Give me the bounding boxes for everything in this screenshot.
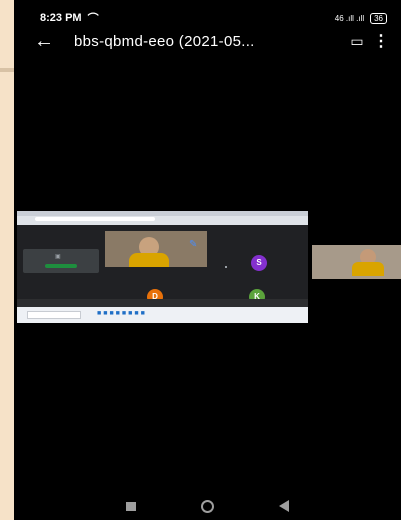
android-nav-bar [14, 492, 401, 520]
video-player[interactable]: ▣ ✎ S D K ■■■■■■■■ [14, 195, 401, 330]
status-bar: 8:23 PM ⌒ 46 .ıll .ıll 36 [14, 0, 401, 26]
taskbar-app-icons: ■■■■■■■■ [97, 310, 147, 317]
signal-icon: 46 .ıll .ıll [334, 13, 365, 23]
browser-url-bar [35, 217, 155, 221]
participant-scarf [129, 253, 169, 267]
more-vert-icon[interactable]: ⋮ [371, 31, 391, 51]
photo-background [0, 0, 14, 520]
self-view-scarf [352, 262, 384, 276]
square-icon[interactable] [126, 501, 137, 511]
self-view-tile [312, 245, 401, 279]
arrow-left-icon[interactable]: ← [34, 30, 74, 53]
video-title: bbs-qbmd-eeo (2021-05... [74, 32, 255, 50]
participant-avatar-s: S [251, 255, 267, 271]
taskbar-search-box [27, 311, 81, 319]
status-time: 8:23 PM [40, 12, 82, 24]
triangle-back-icon[interactable] [278, 500, 289, 512]
browser-tabs [17, 211, 308, 216]
windows-taskbar: ■■■■■■■■ [17, 307, 308, 323]
battery-icon: 36 [370, 12, 387, 24]
browser-chrome [17, 211, 308, 225]
photo-frame-edge [0, 68, 14, 72]
phone-screen: 8:23 PM ⌒ 46 .ıll .ıll 36 ← bbs-qbmd-eeo… [14, 0, 401, 520]
stop-presenting-button [45, 264, 77, 268]
pencil-icon: ✎ [189, 239, 198, 250]
cursor-dot [225, 266, 227, 268]
status-left: 8:23 PM ⌒ [40, 10, 99, 26]
call-indicator-icon: ⌒ [87, 13, 99, 25]
status-right: 46 .ıll .ıll 36 [335, 10, 387, 26]
participant-video-tile: ✎ [105, 231, 207, 267]
meeting-screen-recording: ▣ ✎ S D K ■■■■■■■■ [17, 211, 308, 323]
captions-icon[interactable]: ▭ [343, 33, 371, 50]
meeting-toolbar [17, 299, 308, 307]
app-bar: ← bbs-qbmd-eeo (2021-05... ▭ ⋮ [14, 26, 401, 56]
presentation-panel: ▣ [23, 249, 99, 273]
circle-icon[interactable] [200, 499, 214, 513]
presentation-icon: ▣ [55, 254, 61, 260]
